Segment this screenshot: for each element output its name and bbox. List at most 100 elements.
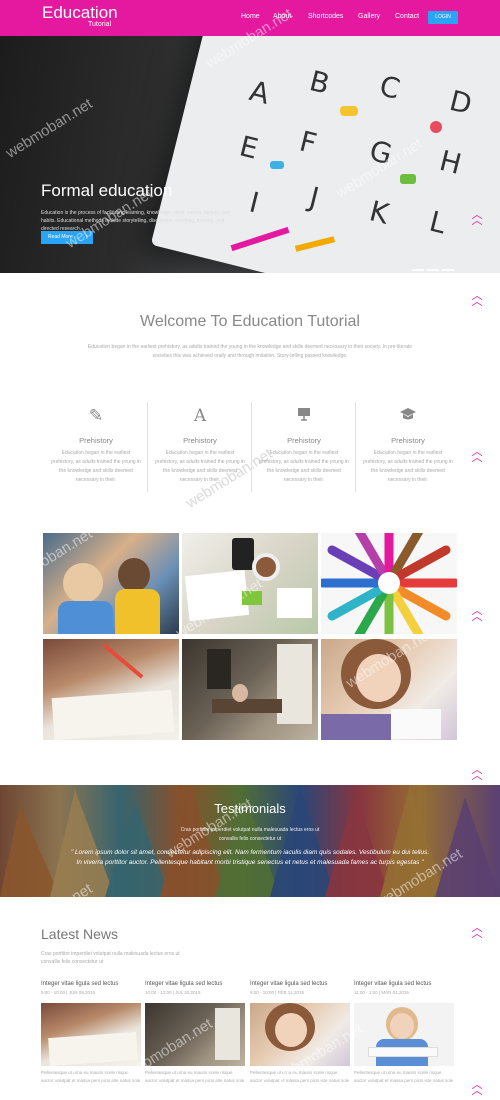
hero-title: Formal education bbox=[41, 181, 173, 200]
graduation-cap-icon bbox=[356, 406, 460, 427]
news-item-image[interactable] bbox=[354, 1003, 454, 1066]
gallery-figure bbox=[58, 601, 113, 634]
hero-text: Education is the process of facilitating… bbox=[41, 210, 230, 232]
gallery-paper bbox=[391, 709, 441, 739]
logo-sub[interactable]: Tutorial bbox=[88, 21, 111, 28]
news-item-title[interactable]: Integer vitae ligula sed lectus bbox=[354, 981, 454, 987]
news-item-title[interactable]: Integer vitae ligula sed lectus bbox=[41, 981, 141, 987]
hero-sticker bbox=[270, 161, 284, 169]
hero-letter: K bbox=[366, 194, 393, 231]
logo-main[interactable]: Education bbox=[42, 4, 118, 22]
logo[interactable]: Education Tutorial bbox=[42, 4, 118, 29]
hero-letter: H bbox=[436, 143, 465, 182]
read-more-button[interactable]: Read More › bbox=[41, 231, 93, 244]
feature-title: Prehistory bbox=[183, 436, 217, 445]
feature-title: Prehistory bbox=[391, 436, 425, 445]
news-item-image[interactable] bbox=[250, 1003, 350, 1066]
pencil-icon: ✎ bbox=[88, 406, 104, 425]
hero-letter: L bbox=[426, 204, 450, 241]
testimonial-quote: " Lorem ipsum dolor sit amet, consectetu… bbox=[70, 849, 430, 866]
header: Education Tutorial Home About Shortcodes… bbox=[0, 0, 500, 36]
login-button[interactable]: LOGIN bbox=[428, 11, 458, 24]
double-chevron-up-icon[interactable]: ︿ ︿ bbox=[471, 291, 483, 308]
news-item-date: 9:00 - 10:00 | JUN 09,2015 bbox=[41, 990, 95, 995]
gallery-door bbox=[207, 649, 231, 689]
letter-a-icon: A bbox=[193, 406, 207, 426]
testimonials-title: Testimonials bbox=[214, 801, 286, 816]
feature-text: Education began in the earliest prehisto… bbox=[51, 450, 141, 483]
gallery-paper bbox=[51, 689, 175, 740]
slider-dot[interactable] bbox=[442, 269, 454, 271]
hero-letter: F bbox=[296, 124, 320, 161]
gallery-image-girl-writing[interactable] bbox=[321, 639, 457, 740]
feature-item: Prehistory Education began in the earlie… bbox=[356, 402, 460, 492]
testimonials-subtitle: Cras porttitor imperdiet volutpat nulla … bbox=[180, 827, 320, 842]
hero-sticker bbox=[430, 121, 442, 133]
news-item: Integer vitae ligula sed lectus 10:00 - … bbox=[145, 981, 245, 1083]
hero-letter: D bbox=[446, 83, 476, 122]
gallery-image-classroom[interactable] bbox=[182, 639, 318, 740]
hero-letter: E bbox=[236, 129, 262, 166]
features-row: ✎ Prehistory Education began in the earl… bbox=[44, 402, 459, 492]
gallery-face bbox=[356, 654, 401, 702]
hero-sticker bbox=[400, 174, 416, 184]
hero-letter: I bbox=[246, 185, 263, 220]
news-item-date: 9:00 - 10:00 | FEB 12,2015 bbox=[250, 990, 304, 995]
hero-letter: B bbox=[306, 64, 333, 101]
news-item-image[interactable] bbox=[145, 1003, 245, 1066]
feature-item: A Prehistory Education began in the earl… bbox=[148, 402, 252, 492]
gallery-notebook bbox=[277, 588, 312, 618]
news-item-title[interactable]: Integer vitae ligula sed lectus bbox=[145, 981, 245, 987]
gallery-figure bbox=[118, 558, 150, 592]
news-face bbox=[275, 1013, 307, 1047]
news-book bbox=[368, 1047, 438, 1057]
hero-letter: J bbox=[306, 180, 323, 215]
nav-about[interactable]: About bbox=[273, 13, 291, 20]
feature-text: Education began in the earliest prehisto… bbox=[363, 450, 453, 483]
news-item-image[interactable] bbox=[41, 1003, 141, 1066]
gallery-sticky bbox=[242, 591, 262, 605]
slider-dots bbox=[412, 258, 457, 273]
gallery-figure bbox=[115, 589, 160, 634]
news-title: Latest News bbox=[41, 926, 119, 942]
double-chevron-up-icon[interactable]: ︿ ︿ bbox=[471, 1080, 483, 1097]
slider-dot[interactable] bbox=[412, 269, 424, 271]
nav-gallery[interactable]: Gallery bbox=[358, 13, 380, 20]
feature-title: Prehistory bbox=[287, 436, 321, 445]
hero-marker bbox=[294, 236, 336, 252]
news-item-date: 10:00 - 12:00 | JUL 20,2015 bbox=[145, 990, 201, 995]
hero-slider: A B C D E F G H I J K L Formal education… bbox=[0, 36, 500, 273]
double-chevron-up-icon[interactable]: ︿ ︿ bbox=[471, 210, 483, 227]
double-chevron-up-icon[interactable]: ︿ ︿ bbox=[471, 447, 483, 464]
news-item-text: Pellentesque ut urna eu mauris scele ris… bbox=[145, 1070, 245, 1083]
double-chevron-up-icon[interactable]: ︿ ︿ bbox=[471, 765, 483, 782]
hero-letter: C bbox=[376, 69, 404, 106]
gallery-figure bbox=[232, 684, 248, 702]
nav-contact[interactable]: Contact bbox=[395, 13, 419, 20]
slider-dot[interactable] bbox=[427, 269, 439, 271]
gallery-image-kids-computer[interactable] bbox=[43, 533, 179, 634]
nav-home[interactable]: Home bbox=[241, 13, 260, 20]
double-chevron-up-icon[interactable]: ︿ ︿ bbox=[471, 923, 483, 940]
news-paper bbox=[48, 1031, 138, 1066]
hero-letters: A B C D E F G H I J K L bbox=[200, 46, 500, 273]
gallery-image-pencils[interactable] bbox=[321, 533, 457, 634]
hero-marker bbox=[230, 226, 290, 252]
double-chevron-up-icon[interactable]: ︿ ︿ bbox=[471, 606, 483, 623]
chevron-right-icon: › bbox=[85, 234, 88, 241]
presentation-icon bbox=[252, 406, 356, 427]
news-item-title[interactable]: Integer vitae ligula sed lectus bbox=[250, 981, 350, 987]
gallery-image-writing[interactable] bbox=[43, 639, 179, 740]
news-item: Integer vitae ligula sed lectus 9:00 - 1… bbox=[41, 981, 141, 1083]
nav-shortcodes[interactable]: Shortcodes bbox=[308, 13, 343, 20]
gallery-desk bbox=[212, 699, 282, 713]
gallery-notebook bbox=[184, 569, 250, 622]
testimonials-section: Testimonials Cras porttitor imperdiet vo… bbox=[0, 785, 500, 897]
gallery-image-desk-phone[interactable] bbox=[182, 533, 318, 634]
news-subtitle: Cras porttitor imperdiet volutpat nulla … bbox=[41, 951, 180, 965]
hero-letter: G bbox=[366, 133, 396, 172]
news-item-text: Pellentesque ut urna eu mauris scele ris… bbox=[250, 1070, 350, 1083]
news-face bbox=[390, 1013, 414, 1039]
feature-item: ✎ Prehistory Education began in the earl… bbox=[44, 402, 148, 492]
news-item-text: Pellentesque ut urna eu mauris scele ris… bbox=[41, 1070, 141, 1083]
